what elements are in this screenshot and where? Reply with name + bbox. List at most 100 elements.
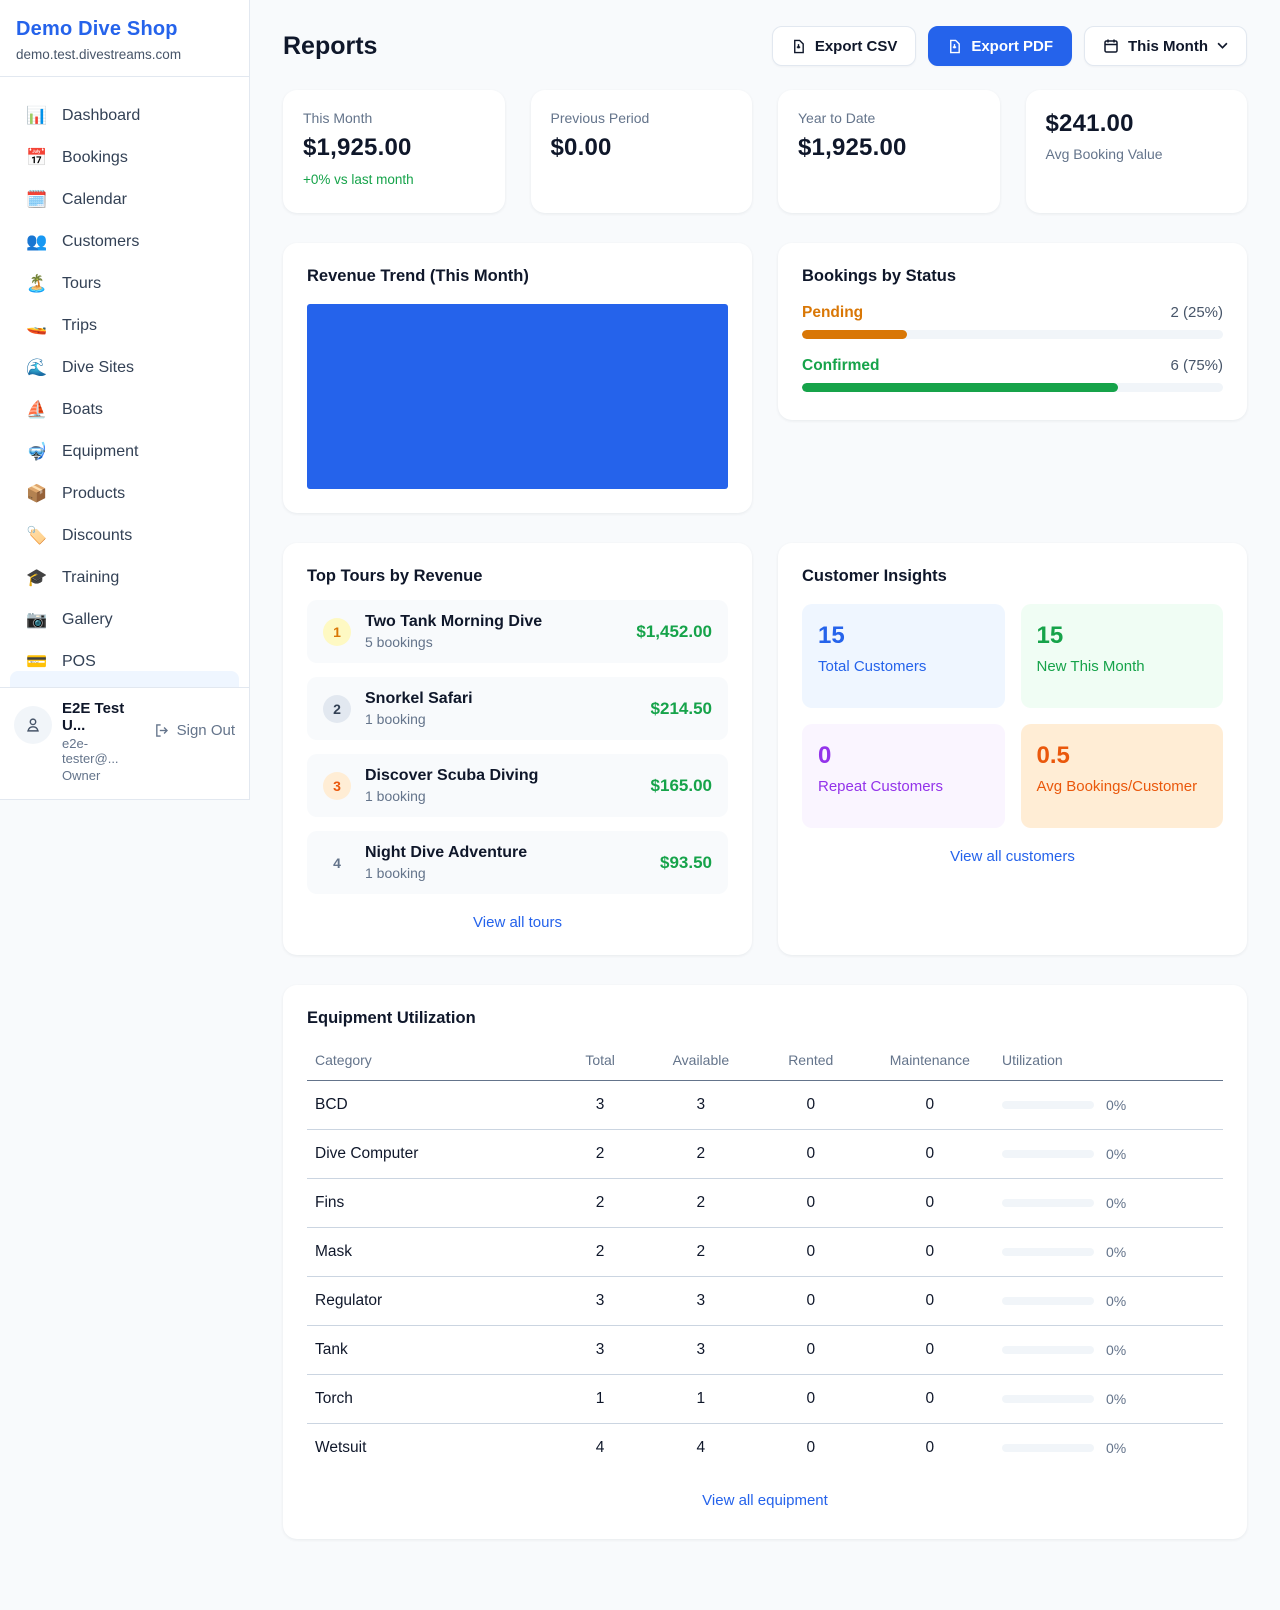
tour-bookings: 5 bookings <box>365 634 622 650</box>
equipment-header-row: Category Total Available Rented Maintena… <box>307 1042 1223 1081</box>
stat-card-year-to-date: Year to Date $1,925.00 <box>778 90 1000 213</box>
table-row: Regulator 3 3 0 0 0% <box>307 1277 1223 1326</box>
table-row: Mask 2 2 0 0 0% <box>307 1228 1223 1277</box>
user-meta: E2E Test U... e2e-tester@... Owner <box>62 700 143 783</box>
cell-total: 2 <box>554 1130 646 1179</box>
stat-label: Avg Booking Value <box>1046 146 1228 162</box>
rank-badge: 2 <box>323 695 351 723</box>
sidebar-item-dive-sites[interactable]: 🌊 Dive Sites <box>0 347 249 389</box>
cell-category: Fins <box>307 1179 554 1228</box>
cell-total: 4 <box>554 1424 646 1473</box>
calendar-icon <box>1103 38 1119 54</box>
view-all-tours-link[interactable]: View all tours <box>307 914 728 931</box>
cell-rented: 0 <box>756 1424 866 1473</box>
discounts-icon: 🏷️ <box>26 526 48 546</box>
boats-icon: ⛵ <box>26 400 48 420</box>
stats-row: This Month $1,925.00 +0% vs last month P… <box>283 90 1247 213</box>
sidebar-item-tours[interactable]: 🏝️ Tours <box>0 263 249 305</box>
cell-total: 3 <box>554 1326 646 1375</box>
stat-label: Previous Period <box>551 110 733 126</box>
tour-revenue: $1,452.00 <box>636 622 712 642</box>
tile-total-customers: 15 Total Customers <box>802 604 1005 708</box>
tour-revenue: $93.50 <box>660 853 712 873</box>
equipment-icon: 🤿 <box>26 442 48 462</box>
sidebar-item-boats[interactable]: ⛵ Boats <box>0 389 249 431</box>
sidebar-item-label: Products <box>62 485 125 503</box>
export-csv-button[interactable]: Export CSV <box>772 26 917 66</box>
sidebar-item-dashboard[interactable]: 📊 Dashboard <box>0 95 249 137</box>
cell-category: Dive Computer <box>307 1130 554 1179</box>
dashboard-icon: 📊 <box>26 106 48 126</box>
sidebar-item-label: Training <box>62 569 119 587</box>
cell-maintenance: 0 <box>866 1179 994 1228</box>
stat-value: $0.00 <box>551 134 733 162</box>
calendar-icon: 🗓️ <box>26 190 48 210</box>
stat-card-this-month: This Month $1,925.00 +0% vs last month <box>283 90 505 213</box>
logout-icon <box>153 722 170 739</box>
bookings-icon: 📅 <box>26 148 48 168</box>
table-row: Torch 1 1 0 0 0% <box>307 1375 1223 1424</box>
cell-available: 3 <box>646 1277 756 1326</box>
tours-icon: 🏝️ <box>26 274 48 294</box>
cell-rented: 0 <box>756 1179 866 1228</box>
table-row: Dive Computer 2 2 0 0 0% <box>307 1130 1223 1179</box>
main-content: Reports Export CSV Export PDF This Month <box>250 0 1280 1579</box>
cell-available: 1 <box>646 1375 756 1424</box>
sidebar-item-pos[interactable]: 💳 POS <box>0 641 249 671</box>
sidebar-item-trips[interactable]: 🚤 Trips <box>0 305 249 347</box>
cell-category: Torch <box>307 1375 554 1424</box>
products-icon: 📦 <box>26 484 48 504</box>
period-dropdown[interactable]: This Month <box>1084 26 1247 66</box>
utilization-bar <box>1002 1150 1094 1158</box>
sidebar-item-label: Dive Sites <box>62 359 134 377</box>
cell-total: 3 <box>554 1081 646 1130</box>
tour-name: Two Tank Morning Dive <box>365 613 622 631</box>
cell-utilization: 0% <box>994 1326 1223 1375</box>
cell-utilization: 0% <box>994 1081 1223 1130</box>
sidebar-item-discounts[interactable]: 🏷️ Discounts <box>0 515 249 557</box>
view-all-customers-link[interactable]: View all customers <box>802 848 1223 865</box>
sidebar-item-products[interactable]: 📦 Products <box>0 473 249 515</box>
utilization-bar <box>1002 1248 1094 1256</box>
bookings-by-status-title: Bookings by Status <box>802 267 1223 286</box>
tour-revenue: $214.50 <box>651 699 712 719</box>
tile-label: New This Month <box>1037 658 1208 675</box>
view-all-equipment-link[interactable]: View all equipment <box>307 1492 1223 1509</box>
sidebar-item-calendar[interactable]: 🗓️ Calendar <box>0 179 249 221</box>
sidebar-item-label: POS <box>62 653 96 671</box>
tour-bookings: 1 booking <box>365 711 637 727</box>
cell-utilization: 0% <box>994 1277 1223 1326</box>
sidebar-item-label: Discounts <box>62 527 132 545</box>
tour-list-item: 1 Two Tank Morning Dive 5 bookings $1,45… <box>307 600 728 663</box>
export-pdf-button[interactable]: Export PDF <box>928 26 1072 66</box>
sidebar-item-gallery[interactable]: 📷 Gallery <box>0 599 249 641</box>
cell-category: BCD <box>307 1081 554 1130</box>
pos-icon: 💳 <box>26 652 48 671</box>
user-email: e2e-tester@... <box>62 736 143 766</box>
sidebar-item-equipment[interactable]: 🤿 Equipment <box>0 431 249 473</box>
avatar <box>14 706 52 744</box>
sidebar-item-reports-active-partial[interactable] <box>10 671 239 687</box>
sign-out-button[interactable]: Sign Out <box>153 722 235 739</box>
top-tours-title: Top Tours by Revenue <box>307 567 728 586</box>
tour-list-item: 4 Night Dive Adventure 1 booking $93.50 <box>307 831 728 894</box>
sidebar-item-label: Gallery <box>62 611 113 629</box>
mid-row: Top Tours by Revenue 1 Two Tank Morning … <box>283 543 1247 955</box>
cell-maintenance: 0 <box>866 1277 994 1326</box>
utilization-bar <box>1002 1199 1094 1207</box>
sidebar-item-bookings[interactable]: 📅 Bookings <box>0 137 249 179</box>
sidebar-item-customers[interactable]: 👥 Customers <box>0 221 249 263</box>
stat-delta: +0% vs last month <box>303 172 485 187</box>
sidebar-item-training[interactable]: 🎓 Training <box>0 557 249 599</box>
table-row: Fins 2 2 0 0 0% <box>307 1179 1223 1228</box>
tile-label: Total Customers <box>818 658 989 675</box>
cell-maintenance: 0 <box>866 1081 994 1130</box>
export-pdf-label: Export PDF <box>971 38 1053 55</box>
export-csv-label: Export CSV <box>815 38 898 55</box>
user-panel: E2E Test U... e2e-tester@... Owner Sign … <box>0 687 249 799</box>
cell-category: Mask <box>307 1228 554 1277</box>
col-available: Available <box>646 1042 756 1081</box>
stat-label: This Month <box>303 110 485 126</box>
stat-card-avg-booking-value: $241.00 Avg Booking Value <box>1026 90 1248 213</box>
utilization-bar <box>1002 1346 1094 1354</box>
